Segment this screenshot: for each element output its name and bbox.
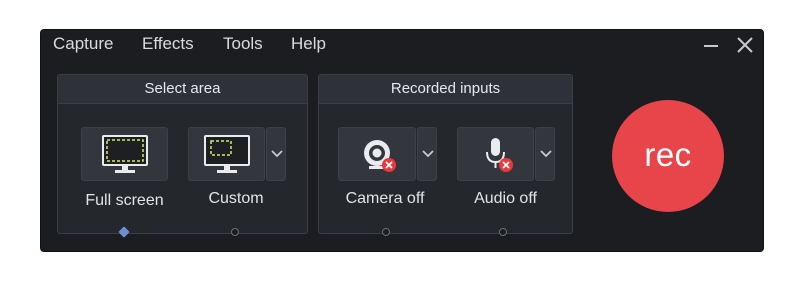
minimize-icon[interactable]: [700, 33, 722, 55]
custom-area-dropdown[interactable]: [266, 127, 286, 181]
recorder-window: Capture Effects Tools Help Select area F…: [40, 29, 764, 252]
custom-label: Custom: [208, 190, 264, 207]
full-screen-indicator: [118, 226, 130, 238]
custom-area-button[interactable]: [188, 127, 265, 181]
recorded-inputs-title: Recorded inputs: [319, 75, 572, 104]
custom-indicator: [231, 228, 239, 236]
microphone-off-icon: [486, 138, 513, 172]
select-area-panel: Select area Full screen Custom: [57, 74, 308, 238]
recorded-inputs-panel: Recorded inputs Camera off Audio off: [318, 74, 573, 236]
select-area-title: Select area: [58, 75, 307, 104]
audio-button[interactable]: [457, 127, 534, 181]
audio-indicator: [499, 228, 507, 236]
menu-bar: Capture Effects Tools Help: [41, 30, 763, 60]
record-button[interactable]: rec: [612, 100, 724, 212]
monitor-custom-icon: [204, 135, 250, 173]
menu-effects[interactable]: Effects: [142, 34, 194, 54]
webcam-off-icon: [364, 140, 396, 172]
camera-button[interactable]: [338, 127, 416, 181]
chevron-down-icon: [540, 150, 552, 158]
audio-dropdown[interactable]: [535, 127, 555, 181]
close-icon[interactable]: [734, 33, 756, 55]
camera-label: Camera off: [345, 190, 425, 207]
monitor-fullscreen-icon: [102, 135, 148, 173]
menu-tools[interactable]: Tools: [223, 34, 263, 54]
menu-capture[interactable]: Capture: [53, 34, 113, 54]
full-screen-button[interactable]: [81, 127, 168, 181]
camera-dropdown[interactable]: [417, 127, 437, 181]
full-screen-label: Full screen: [85, 192, 164, 209]
chevron-down-icon: [271, 150, 283, 158]
chevron-down-icon: [422, 150, 434, 158]
menu-help[interactable]: Help: [291, 34, 326, 54]
camera-indicator: [382, 228, 390, 236]
audio-label: Audio off: [474, 190, 537, 207]
